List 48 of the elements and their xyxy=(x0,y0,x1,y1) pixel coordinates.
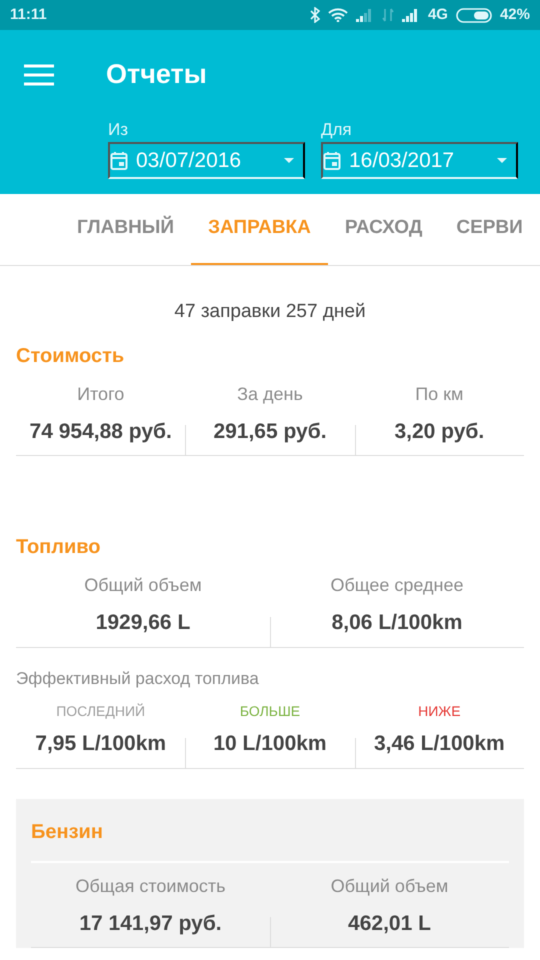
wifi-icon xyxy=(328,8,348,22)
stat-label: Общее среднее xyxy=(329,574,465,597)
stat-value: 17 141,97 руб. xyxy=(78,910,223,936)
summary-text: 47 заправки 257 дней xyxy=(173,300,367,324)
stat-label: Общий объем xyxy=(83,574,203,597)
stat-value: 1929,66 L xyxy=(94,610,192,636)
stat-value: 291,65 руб. xyxy=(212,418,328,444)
battery-icon xyxy=(456,8,492,22)
clock-text: 11:11 xyxy=(10,4,47,25)
stat-label: Общий объем xyxy=(330,874,450,898)
signal-icon xyxy=(402,8,420,22)
tab[interactable]: РАСХОД xyxy=(328,194,440,265)
stat-label: ПОСЛЕДНИЙ xyxy=(55,702,146,721)
stat-label: НИЖЕ xyxy=(417,702,462,721)
stat-label: БОЛЬШЕ xyxy=(238,702,302,721)
data-arrows-icon xyxy=(382,8,394,22)
tab[interactable]: ГЛАВНЫЙ xyxy=(60,194,192,265)
stat-label: Общая стоимость xyxy=(74,874,226,898)
date-dropdown[interactable]: 03/07/2016 xyxy=(108,142,305,179)
calendar-icon xyxy=(110,150,128,170)
tab[interactable]: СЕРВИ xyxy=(439,194,540,265)
stat-label: По км xyxy=(414,382,464,406)
stat-label: За день xyxy=(236,382,304,406)
menu-button[interactable] xyxy=(24,63,54,86)
bluetooth-icon xyxy=(310,7,320,23)
date-dropdown[interactable]: 16/03/2017 xyxy=(321,142,518,179)
stat-value: 462,01 L xyxy=(347,910,432,936)
section-title: Бензин xyxy=(31,812,509,862)
subsection-title: Эффективный расход топлива xyxy=(16,668,260,690)
tab[interactable]: ЗАПРАВКА xyxy=(191,194,328,265)
field-label: Из xyxy=(108,118,130,140)
stat-value: 10 L/100km xyxy=(212,731,328,757)
dropdown-caret-icon xyxy=(283,157,295,164)
field-label: Для xyxy=(321,118,353,140)
signal-icon xyxy=(356,8,374,22)
stat-value: 7,95 L/100km xyxy=(34,731,168,757)
calendar-icon xyxy=(323,150,341,170)
dropdown-caret-icon xyxy=(496,157,508,164)
battery-text: 42% xyxy=(500,4,530,25)
stat-value: 74 954,88 руб. xyxy=(28,418,173,444)
stat-value: 3,46 L/100km xyxy=(372,731,506,757)
stat-label: Итого xyxy=(76,382,126,406)
screen-title: Отчеты xyxy=(106,58,207,91)
stat-value: 3,20 руб. xyxy=(393,418,486,444)
section-title: Топливо xyxy=(16,535,102,560)
stat-value: 8,06 L/100km xyxy=(330,610,464,636)
network-text: 4G xyxy=(428,4,448,25)
section-title: Стоимость xyxy=(16,344,126,368)
